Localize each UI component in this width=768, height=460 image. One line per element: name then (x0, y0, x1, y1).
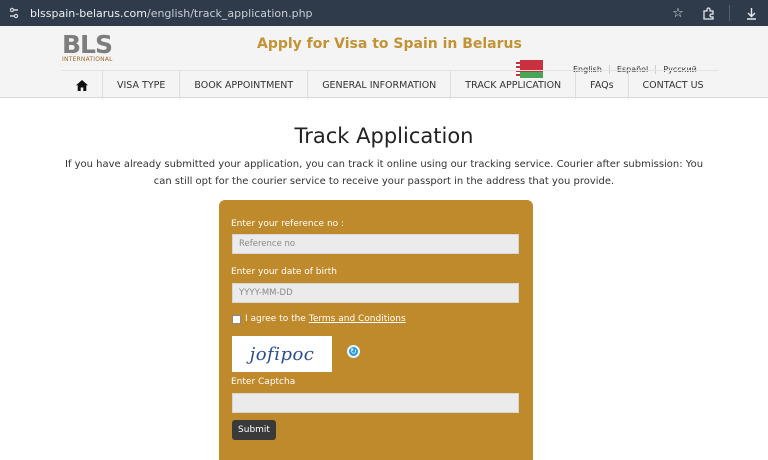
submit-button[interactable]: Submit (232, 420, 276, 440)
captcha-input[interactable] (232, 393, 519, 413)
nav-faqs[interactable]: FAQs (575, 71, 627, 99)
toolbar-divider (729, 5, 730, 21)
extensions-icon[interactable] (697, 3, 719, 23)
reference-input[interactable]: Reference no (232, 234, 519, 254)
bls-logo[interactable]: BLS INTERNATIONAL (62, 32, 120, 66)
track-form: Enter your reference no : Reference no E… (219, 200, 533, 460)
dob-input[interactable]: YYYY-MM-DD (232, 283, 519, 303)
page-headline: Apply for Visa to Spain in Belarus (257, 36, 522, 52)
nav-general-information[interactable]: GENERAL INFORMATION (307, 71, 450, 99)
captcha-label: Enter Captcha (231, 377, 296, 387)
dob-label: Enter your date of birth (231, 267, 337, 277)
page-description: If you have already submitted your appli… (64, 159, 704, 187)
address-bar[interactable]: blsspain-belarus.com/english/track_appli… (30, 7, 313, 20)
captcha-image: jofipoc (232, 336, 332, 372)
main-nav: VISA TYPE BOOK APPOINTMENT GENERAL INFOR… (61, 70, 718, 99)
browser-toolbar: blsspain-belarus.com/english/track_appli… (0, 0, 768, 26)
nav-visa-type[interactable]: VISA TYPE (102, 71, 179, 99)
nav-book-appointment[interactable]: BOOK APPOINTMENT (179, 71, 307, 99)
terms-link[interactable]: Terms and Conditions (309, 314, 406, 324)
nav-contact-us[interactable]: CONTACT US (627, 71, 718, 99)
nav-home[interactable] (61, 71, 102, 99)
page-title: Track Application (294, 124, 474, 148)
download-icon[interactable] (740, 3, 762, 23)
nav-track-application[interactable]: TRACK APPLICATION (450, 71, 575, 99)
terms-agreement: I agree to the Terms and Conditions (232, 314, 406, 324)
logo-text: BLS (62, 30, 113, 59)
url-host: blsspain-belarus.com (30, 6, 147, 20)
logo-subtext: INTERNATIONAL (62, 56, 113, 63)
site-header: BLS INTERNATIONAL Apply for Visa to Spai… (0, 26, 768, 99)
site-settings-icon[interactable] (6, 5, 22, 21)
refresh-captcha-icon[interactable]: ↻ (347, 345, 360, 358)
reference-label: Enter your reference no : (231, 219, 345, 229)
home-icon (75, 79, 88, 91)
star-icon[interactable]: ☆ (667, 3, 689, 23)
agree-text: I agree to the (245, 314, 306, 324)
url-path: /english/track_application.php (146, 6, 313, 20)
terms-checkbox[interactable] (232, 314, 241, 324)
